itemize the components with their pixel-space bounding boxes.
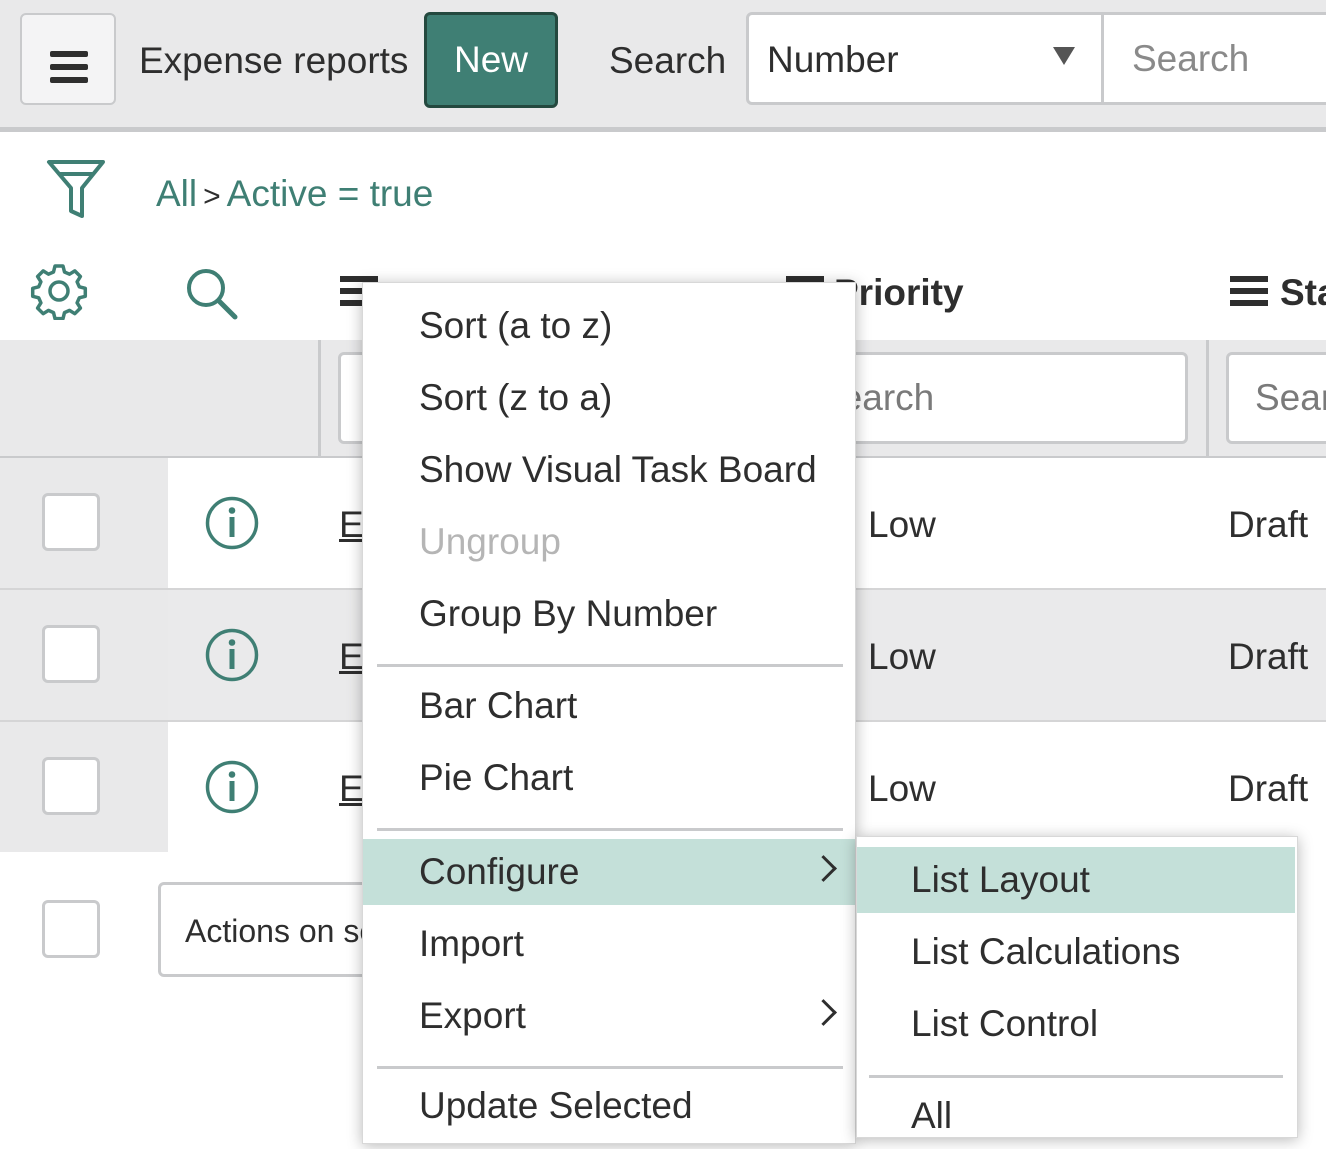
submenu-item-list-calculations[interactable]: List Calculations bbox=[857, 919, 1295, 985]
configure-submenu: List Layout List Calculations List Contr… bbox=[856, 836, 1298, 1138]
breadcrumb-separator: > bbox=[203, 180, 221, 213]
select-all-checkbox[interactable] bbox=[42, 900, 100, 958]
column-context-menu: Sort (a to z) Sort (z to a) Show Visual … bbox=[362, 282, 856, 1144]
priority-cell: Low bbox=[868, 768, 936, 809]
priority-cell: Low bbox=[868, 636, 936, 677]
menu-item-pie-chart[interactable]: Pie Chart bbox=[363, 745, 855, 811]
breadcrumb-condition[interactable]: Active = true bbox=[227, 173, 434, 214]
record-number-link[interactable]: E bbox=[339, 636, 364, 678]
chevron-right-icon bbox=[810, 999, 837, 1026]
search-field-value: Number bbox=[767, 39, 899, 80]
state-cell: Draft bbox=[1228, 768, 1309, 809]
menu-item-sort-z-a[interactable]: Sort (z to a) bbox=[363, 365, 855, 431]
info-icon[interactable] bbox=[205, 628, 259, 682]
info-icon[interactable] bbox=[205, 496, 259, 550]
menu-divider bbox=[377, 828, 843, 831]
menu-item-sort-a-z[interactable]: Sort (a to z) bbox=[363, 293, 855, 359]
gear-icon[interactable] bbox=[30, 262, 88, 320]
row-checkbox[interactable] bbox=[42, 625, 100, 683]
hamburger-icon bbox=[50, 51, 88, 57]
state-column-menu-icon[interactable] bbox=[1230, 276, 1268, 306]
info-icon[interactable] bbox=[205, 760, 259, 814]
search-label: Search bbox=[609, 40, 727, 81]
filter-icon[interactable] bbox=[46, 158, 106, 220]
search-icon[interactable] bbox=[184, 266, 240, 322]
column-divider bbox=[318, 340, 321, 456]
menu-divider bbox=[377, 664, 843, 667]
submenu-item-list-layout[interactable]: List Layout bbox=[857, 847, 1295, 913]
menu-item-export[interactable]: Export bbox=[363, 983, 855, 1049]
breadcrumb-all[interactable]: All bbox=[156, 173, 197, 214]
chevron-right-icon bbox=[810, 855, 837, 882]
record-number-link[interactable]: E bbox=[339, 504, 364, 546]
hamburger-icon-line bbox=[50, 64, 88, 70]
state-cell: Draft bbox=[1228, 504, 1309, 545]
menu-item-bar-chart[interactable]: Bar Chart bbox=[363, 673, 855, 739]
menu-item-ungroup: Ungroup bbox=[419, 521, 561, 562]
state-column-header[interactable]: Sta bbox=[1280, 272, 1326, 314]
search-input[interactable] bbox=[1104, 12, 1326, 105]
priority-cell: Low bbox=[868, 504, 936, 545]
menu-divider bbox=[377, 1066, 843, 1069]
menu-item-import[interactable]: Import bbox=[363, 911, 855, 977]
row-checkbox[interactable] bbox=[42, 757, 100, 815]
submenu-item-list-control[interactable]: List Control bbox=[857, 991, 1295, 1057]
menu-item-configure-label: Configure bbox=[419, 851, 580, 892]
search-field-select[interactable]: Number bbox=[746, 12, 1104, 105]
new-button[interactable]: New bbox=[424, 12, 558, 108]
submenu-item-all[interactable]: All bbox=[857, 1083, 1295, 1149]
menu-item-configure[interactable]: Configure bbox=[363, 839, 855, 905]
column-divider bbox=[1206, 340, 1209, 456]
hamburger-icon-line bbox=[50, 77, 88, 83]
dropdown-caret-icon bbox=[1053, 47, 1075, 65]
state-filter-input[interactable] bbox=[1226, 352, 1326, 444]
hamburger-menu-button[interactable] bbox=[20, 13, 116, 105]
menu-item-export-label: Export bbox=[419, 995, 526, 1036]
list-title: Expense reports bbox=[139, 40, 409, 81]
row-checkbox[interactable] bbox=[42, 493, 100, 551]
menu-item-group-by[interactable]: Group By Number bbox=[363, 581, 855, 647]
state-cell: Draft bbox=[1228, 636, 1309, 677]
record-number-link[interactable]: E bbox=[339, 768, 364, 810]
menu-item-update-selected[interactable]: Update Selected bbox=[363, 1073, 855, 1139]
menu-divider bbox=[869, 1075, 1283, 1078]
menu-item-visual-task-board[interactable]: Show Visual Task Board bbox=[363, 437, 855, 503]
breadcrumb: All > Active = true bbox=[156, 173, 433, 215]
